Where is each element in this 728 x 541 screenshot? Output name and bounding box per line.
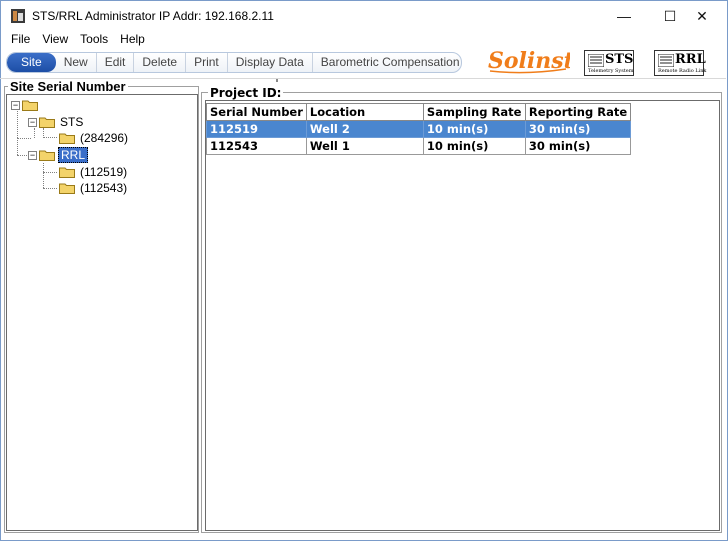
table-row[interactable]: 112543 Well 1 10 min(s) 30 min(s): [206, 137, 632, 155]
edit-button[interactable]: Edit: [95, 53, 134, 72]
folder-icon: [22, 100, 38, 111]
tree-node-rrl-112519[interactable]: (112519): [57, 164, 129, 180]
new-button[interactable]: New: [56, 53, 96, 72]
tree-label-rrl-child-2: (112543): [80, 181, 128, 195]
toolbar: Site New Edit Delete Print Display Data …: [6, 52, 462, 73]
cell-reporting-rate[interactable]: 30 min(s): [524, 120, 632, 138]
sts-logo-subtext: Telemetry System: [588, 68, 634, 74]
collapse-icon[interactable]: −: [28, 117, 37, 127]
tree-node-rrl-112543[interactable]: (112543): [57, 180, 129, 196]
site-grid: [205, 100, 720, 531]
column-header-reporting-rate[interactable]: Reporting Rate: [524, 103, 632, 121]
minimize-button[interactable]: —: [601, 1, 647, 31]
menu-tools[interactable]: Tools: [80, 31, 114, 49]
tree-connector: [17, 111, 18, 138]
delete-button[interactable]: Delete: [133, 53, 185, 72]
menu-file[interactable]: File: [11, 31, 36, 49]
rrl-logo: RRL Remote Radio Link: [654, 50, 707, 76]
sts-logo-icon: [588, 54, 604, 67]
cell-location[interactable]: Well 2: [305, 120, 424, 138]
tree-node-sts-284296[interactable]: (284296): [57, 130, 130, 146]
folder-icon: [59, 133, 75, 144]
barometric-compensation-button[interactable]: Barometric Compensation: [311, 53, 461, 72]
menu-bar: File View Tools Help: [1, 31, 727, 49]
cell-location[interactable]: Well 1: [305, 137, 424, 155]
project-id-title: Project ID:: [208, 86, 284, 100]
menu-view[interactable]: View: [42, 31, 74, 49]
menu-help[interactable]: Help: [120, 31, 151, 49]
tree-node-sts[interactable]: − STS: [28, 114, 85, 130]
site-tree[interactable]: − − STS (284296) − RRL (112519) (112543): [6, 94, 198, 531]
window-title: STS/RRL Administrator IP Addr: 192.168.2…: [32, 9, 274, 23]
tree-node-rrl[interactable]: − RRL: [28, 147, 89, 163]
site-serial-title: Site Serial Number: [8, 79, 128, 94]
tree-connector: [43, 172, 57, 173]
sts-logo-text: STS: [605, 52, 634, 67]
tree-label-sts: STS: [60, 115, 84, 129]
collapse-icon[interactable]: −: [28, 150, 37, 160]
column-header-sampling-rate[interactable]: Sampling Rate: [422, 103, 526, 121]
cell-serial-number[interactable]: 112543: [206, 137, 307, 155]
rrl-logo-text: RRL: [675, 52, 706, 67]
print-button[interactable]: Print: [185, 53, 227, 72]
cell-sampling-rate[interactable]: 10 min(s): [422, 120, 526, 138]
tree-connector: [43, 163, 44, 188]
folder-icon: [39, 150, 55, 161]
tree-connector: [43, 137, 57, 138]
tree-node-root[interactable]: −: [11, 97, 45, 113]
app-icon: [11, 9, 25, 23]
site-table: Serial Number Location Sampling Rate Rep…: [206, 103, 632, 155]
column-header-serial-number[interactable]: Serial Number: [206, 103, 307, 121]
sts-logo: STS Telemetry System: [584, 50, 634, 76]
display-data-button[interactable]: Display Data: [226, 53, 312, 72]
cell-sampling-rate[interactable]: 10 min(s): [422, 137, 526, 155]
table-row[interactable]: 112519 Well 2 10 min(s) 30 min(s): [206, 120, 632, 138]
tree-connector: [17, 138, 18, 155]
title-bar[interactable]: STS/RRL Administrator IP Addr: 192.168.2…: [1, 1, 727, 31]
site-button[interactable]: Site: [7, 53, 56, 72]
rrl-logo-icon: [658, 54, 674, 67]
tree-label-rrl: RRL: [58, 147, 89, 163]
splitter-marker: [276, 79, 278, 82]
tree-connector: [17, 138, 31, 139]
cell-reporting-rate[interactable]: 30 min(s): [524, 137, 632, 155]
folder-icon: [39, 117, 55, 128]
folder-icon: [59, 183, 75, 194]
folder-icon: [59, 167, 75, 178]
tree-label-rrl-child-1: (112519): [80, 165, 128, 179]
rrl-logo-subtext: Remote Radio Link: [658, 68, 707, 74]
solinst-logo: Solinst: [488, 48, 570, 74]
close-button[interactable]: ✕: [679, 1, 725, 31]
cell-serial-number[interactable]: 112519: [206, 120, 307, 138]
tree-label-sts-child: (284296): [80, 131, 129, 145]
tree-connector: [43, 188, 57, 189]
collapse-icon[interactable]: −: [11, 100, 20, 110]
table-header-row: Serial Number Location Sampling Rate Rep…: [206, 103, 632, 121]
column-header-location[interactable]: Location: [305, 103, 424, 121]
